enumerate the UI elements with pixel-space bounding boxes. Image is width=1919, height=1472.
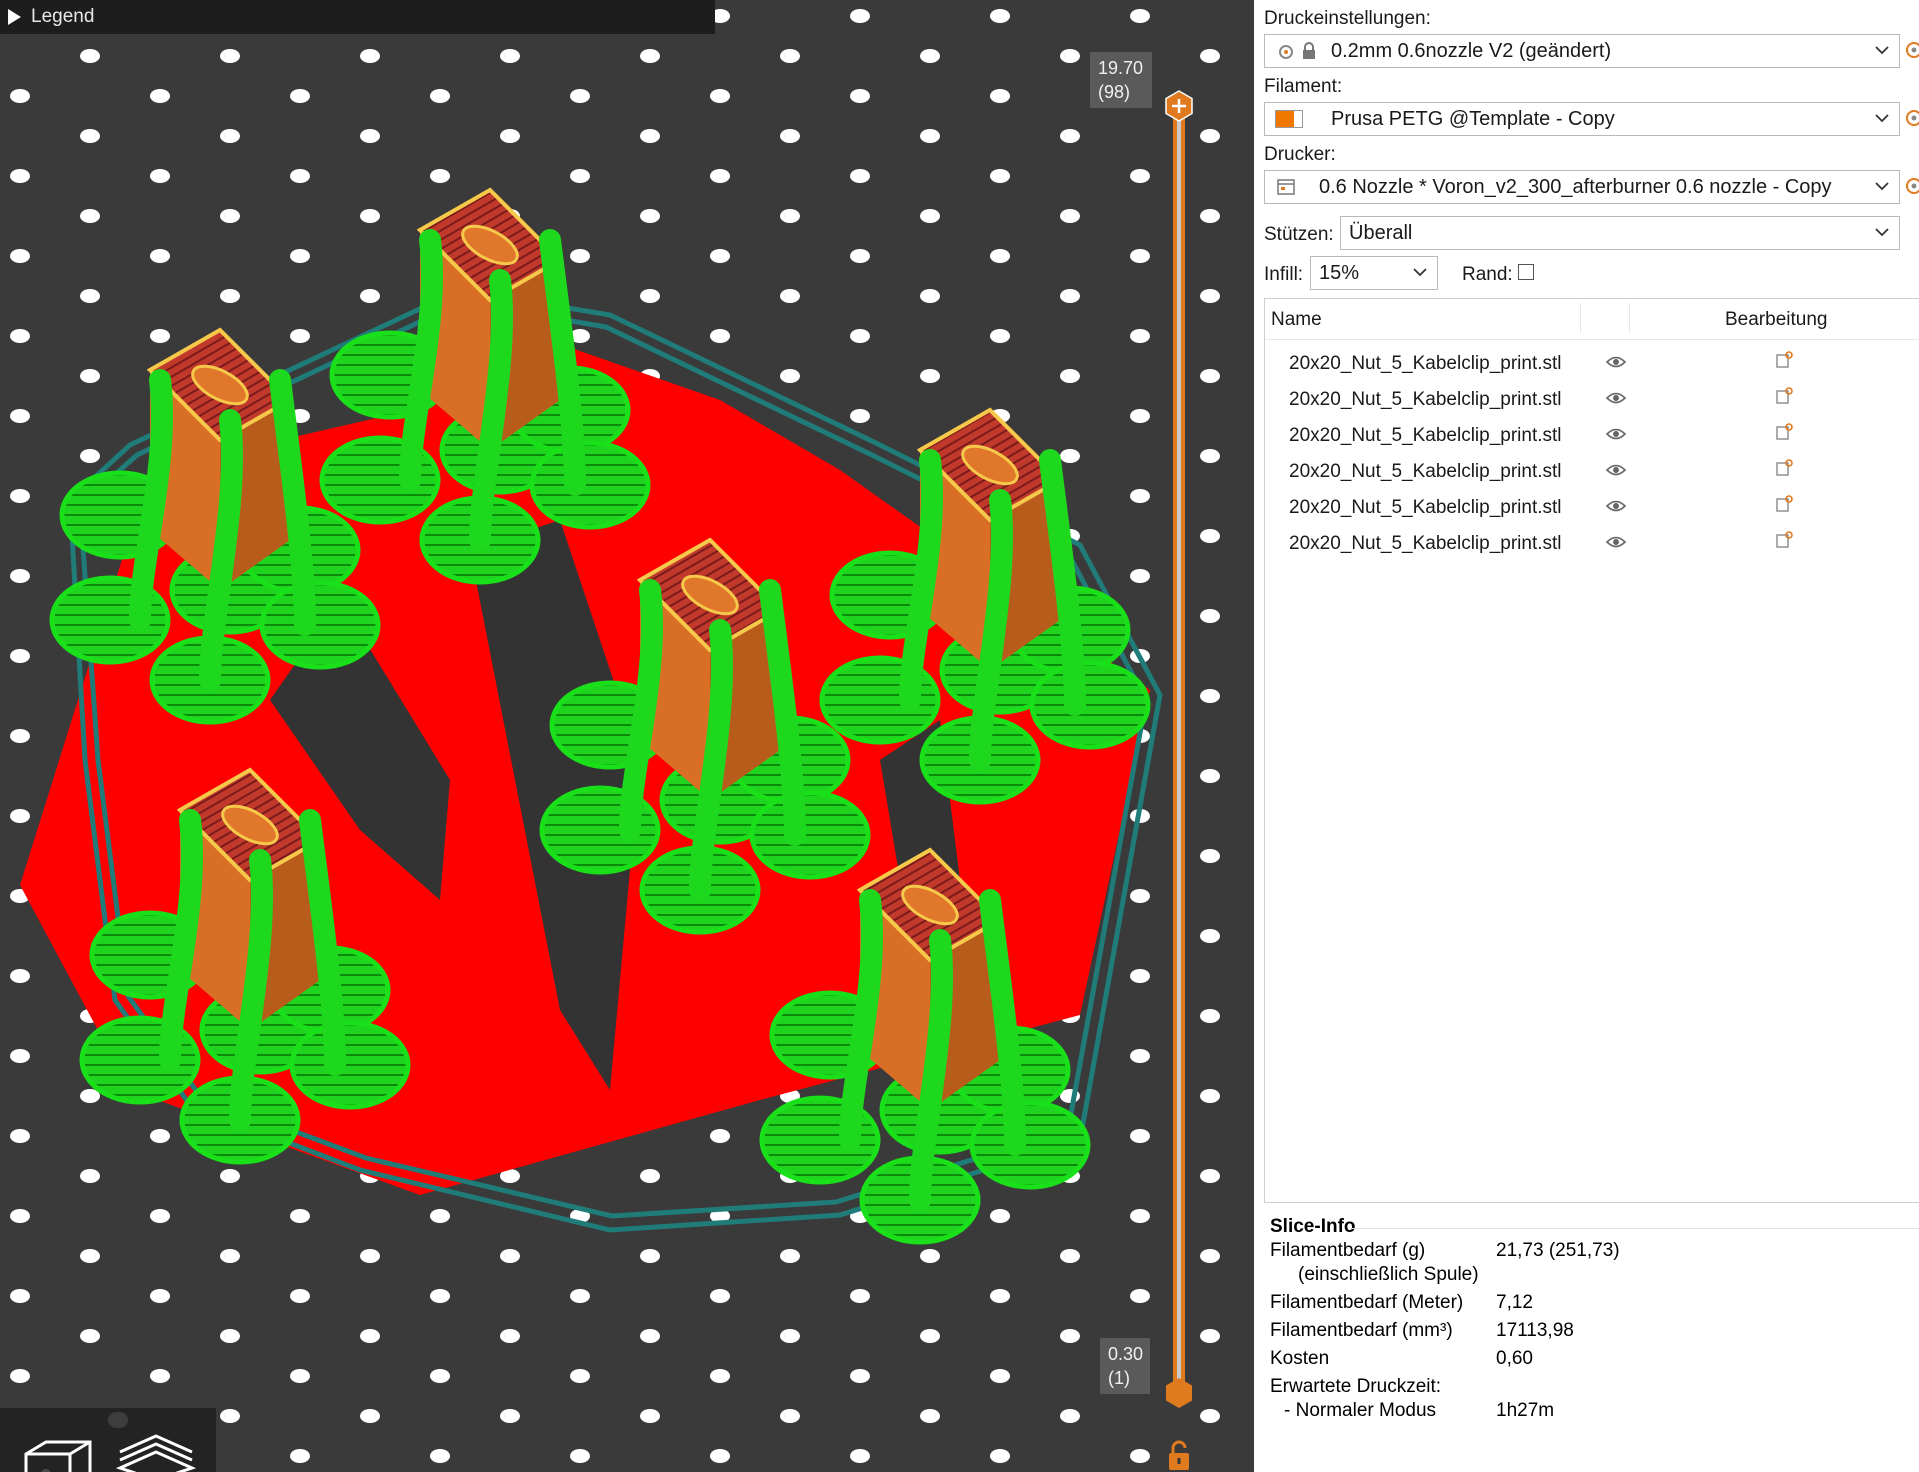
support-pad: [749, 790, 871, 880]
slice-info-key: Kosten: [1270, 1348, 1330, 1369]
view-mode-toolbar: [0, 1408, 216, 1472]
edit-settings-icon[interactable]: [1775, 387, 1793, 405]
edit-settings-icon[interactable]: [1775, 459, 1793, 477]
support-pad: [969, 1100, 1091, 1190]
visibility-eye-icon[interactable]: [1606, 391, 1626, 405]
lock-icon: [1303, 42, 1315, 59]
chevron-down-icon: [1875, 114, 1889, 123]
object-name: 20x20_Nut_5_Kabelclip_print.stl: [1289, 425, 1562, 446]
object-row[interactable]: 20x20_Nut_5_Kabelclip_print.stl: [1265, 455, 1919, 491]
preview-layers-icon[interactable]: [116, 1430, 196, 1472]
bottom-layer-number: (1): [1108, 1368, 1130, 1388]
bottom-layer-height: 0.30: [1108, 1344, 1144, 1364]
object-row[interactable]: 20x20_Nut_5_Kabelclip_print.stl: [1265, 527, 1919, 563]
gear-icon[interactable]: [1904, 108, 1919, 128]
slice-info-value: 17113,98: [1496, 1320, 1574, 1341]
edit-settings-icon[interactable]: [1775, 495, 1793, 513]
slice-info-key: (einschließlich Spule): [1298, 1264, 1479, 1285]
3d-view-icon[interactable]: [18, 1430, 98, 1472]
object-row[interactable]: 20x20_Nut_5_Kabelclip_print.stl: [1265, 491, 1919, 527]
column-header-edit[interactable]: Bearbeitung: [1725, 309, 1827, 331]
printer-dropdown[interactable]: 0.6 Nozzle * Voron_v2_300_afterburner 0.…: [1264, 170, 1900, 204]
object-row[interactable]: 20x20_Nut_5_Kabelclip_print.stl: [1265, 383, 1919, 419]
column-header-name[interactable]: Name: [1271, 309, 1322, 331]
supports-dropdown[interactable]: Überall: [1340, 216, 1900, 250]
toolbar-indicator: [108, 1412, 128, 1428]
object-list-header: Name Bearbeitung: [1265, 299, 1919, 340]
gear-icon[interactable]: [1904, 176, 1919, 196]
legend-label: Legend: [31, 6, 95, 27]
object-list: Name Bearbeitung 20x20_Nut_5_Kabelclip_p…: [1264, 298, 1919, 1203]
filament-dropdown[interactable]: Prusa PETG @Template - Copy: [1264, 102, 1900, 136]
visibility-eye-icon[interactable]: [1606, 427, 1626, 441]
support-pad: [289, 1020, 411, 1110]
visibility-eye-icon[interactable]: [1606, 463, 1626, 477]
expand-triangle-icon: [8, 9, 21, 25]
object-name: 20x20_Nut_5_Kabelclip_print.stl: [1289, 533, 1562, 554]
visibility-eye-icon[interactable]: [1606, 355, 1626, 369]
slice-info-value: 21,73 (251,73): [1496, 1240, 1620, 1261]
brim-checkbox[interactable]: [1518, 264, 1534, 280]
3d-preview-viewport[interactable]: Legend 19.70 (98) 0.30 (1): [0, 0, 1254, 1472]
print-settings-label: Druckeinstellungen:: [1264, 8, 1431, 29]
infill-value: 15%: [1319, 261, 1360, 284]
print-settings-dropdown[interactable]: 0.2mm 0.6nozzle V2 (geändert): [1264, 34, 1900, 68]
printer-icon: [1277, 179, 1295, 195]
object-name: 20x20_Nut_5_Kabelclip_print.stl: [1289, 461, 1562, 482]
unlock-icon[interactable]: [1166, 1440, 1192, 1472]
object-name: 20x20_Nut_5_Kabelclip_print.stl: [1289, 389, 1562, 410]
support-pad: [1029, 660, 1151, 750]
object-name: 20x20_Nut_5_Kabelclip_print.stl: [1289, 353, 1562, 374]
bottom-layer-readout: 0.30 (1): [1100, 1338, 1150, 1394]
support-pad: [529, 440, 651, 530]
chevron-down-icon: [1875, 182, 1889, 191]
brim-label: Rand:: [1462, 264, 1513, 285]
infill-label: Infill:: [1264, 264, 1304, 285]
sliced-scene[interactable]: [0, 0, 1254, 1472]
object-row[interactable]: 20x20_Nut_5_Kabelclip_print.stl: [1265, 419, 1919, 455]
slice-info-key: Filamentbedarf (Meter): [1270, 1292, 1464, 1313]
slice-info-title: Slice-Info: [1270, 1216, 1356, 1237]
filament-label: Filament:: [1264, 76, 1343, 97]
layer-slider-bottom-handle[interactable]: [1163, 1377, 1195, 1409]
top-layer-readout: 19.70 (98): [1090, 52, 1152, 108]
filament-color-swatch: [1275, 110, 1303, 128]
slice-info-value: 0,60: [1496, 1348, 1533, 1369]
top-layer-height: 19.70: [1098, 58, 1144, 78]
edit-settings-icon[interactable]: [1775, 351, 1793, 369]
edit-settings-icon[interactable]: [1775, 423, 1793, 441]
slice-info-key: - Normaler Modus: [1284, 1400, 1437, 1421]
object-row[interactable]: 20x20_Nut_5_Kabelclip_print.stl: [1265, 347, 1919, 383]
legend-toggle[interactable]: Legend: [0, 0, 715, 34]
print-settings-value: 0.2mm 0.6nozzle V2 (geändert): [1331, 39, 1612, 62]
layer-slider-top-handle[interactable]: [1163, 90, 1195, 122]
gear-icon[interactable]: [1904, 40, 1919, 60]
layer-slider-track[interactable]: [1173, 108, 1185, 1392]
visibility-eye-icon[interactable]: [1606, 499, 1626, 513]
slice-info-key: Filamentbedarf (mm³): [1270, 1320, 1453, 1341]
chevron-down-icon: [1875, 228, 1889, 237]
printer-label: Drucker:: [1264, 144, 1336, 165]
chevron-down-icon: [1875, 46, 1889, 55]
object-name: 20x20_Nut_5_Kabelclip_print.stl: [1289, 497, 1562, 518]
infill-dropdown[interactable]: 15%: [1310, 256, 1438, 290]
slice-info-value: 1h27m: [1496, 1400, 1555, 1421]
slice-info-key: Erwartete Druckzeit:: [1270, 1376, 1442, 1397]
support-pad: [259, 580, 381, 670]
visibility-eye-icon[interactable]: [1606, 535, 1626, 549]
chevron-down-icon: [1413, 268, 1427, 277]
top-layer-number: (98): [1098, 82, 1131, 102]
gear-icon: [1279, 45, 1293, 59]
printer-value: 0.6 Nozzle * Voron_v2_300_afterburner 0.…: [1319, 175, 1832, 198]
slice-info-value: 7,12: [1496, 1292, 1533, 1313]
supports-value: Überall: [1349, 221, 1413, 244]
edit-settings-icon[interactable]: [1775, 531, 1793, 549]
filament-value: Prusa PETG @Template - Copy: [1331, 107, 1615, 130]
slice-info-key: Filamentbedarf (g): [1270, 1240, 1426, 1261]
supports-label: Stützen:: [1264, 224, 1334, 245]
